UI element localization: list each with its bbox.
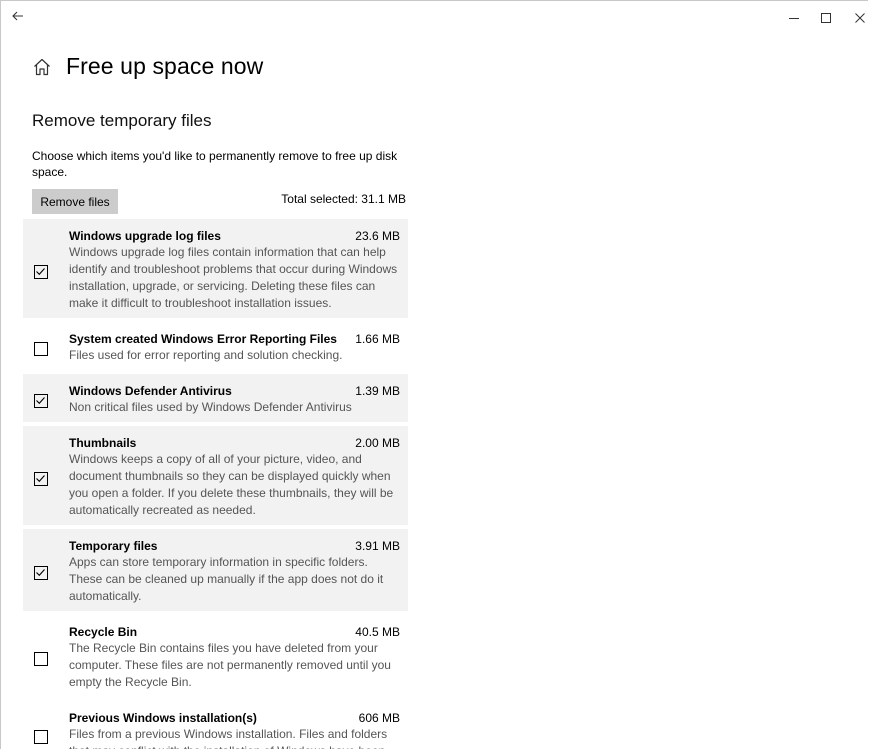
checkmark-icon: [36, 475, 45, 483]
item-description: Files used for error reporting and solut…: [69, 348, 343, 362]
temp-files-list: Windows upgrade log files 23.6 MB Window…: [23, 219, 408, 749]
list-item[interactable]: Windows upgrade log files 23.6 MB Window…: [23, 219, 408, 318]
item-size: 40.5 MB: [355, 625, 400, 639]
close-button[interactable]: [847, 5, 868, 31]
item-name: Previous Windows installation(s): [69, 711, 257, 725]
list-item[interactable]: System created Windows Error Reporting F…: [23, 322, 408, 370]
item-description: The Recycle Bin contains files you have …: [69, 641, 391, 689]
close-icon: [855, 13, 865, 23]
maximize-icon: [821, 13, 831, 23]
item-description: Non critical files used by Windows Defen…: [69, 400, 352, 414]
list-item[interactable]: Previous Windows installation(s) 606 MB …: [23, 701, 408, 749]
item-checkbox[interactable]: [34, 342, 48, 356]
checkmark-icon: [36, 569, 45, 577]
back-arrow-icon: [12, 11, 23, 21]
checkmark-icon: [36, 397, 45, 405]
item-size: 1.66 MB: [355, 332, 400, 346]
item-name: System created Windows Error Reporting F…: [69, 332, 337, 346]
list-item[interactable]: Windows Defender Antivirus 1.39 MB Non c…: [23, 374, 408, 422]
item-description: Windows upgrade log files contain inform…: [69, 245, 398, 310]
total-selected: Total selected: 31.1 MB: [281, 192, 406, 206]
list-item[interactable]: Thumbnails 2.00 MB Windows keeps a copy …: [23, 426, 408, 525]
item-name: Recycle Bin: [69, 625, 138, 639]
checkmark-icon: [36, 268, 45, 276]
item-checkbox[interactable]: [34, 394, 48, 408]
section-description: Choose which items you'd like to permane…: [32, 149, 398, 179]
item-name: Thumbnails: [69, 436, 137, 450]
item-name: Windows Defender Antivirus: [69, 384, 232, 398]
settings-window: Free up space now Remove temporary files…: [0, 0, 868, 749]
item-size: 3.91 MB: [355, 539, 400, 553]
item-description: Apps can store temporary information in …: [69, 555, 384, 603]
minimize-button[interactable]: [781, 5, 807, 31]
item-size: 23.6 MB: [355, 229, 400, 243]
item-description: Windows keeps a copy of all of your pict…: [69, 452, 394, 517]
item-description: Files from a previous Windows installati…: [69, 727, 388, 749]
item-size: 1.39 MB: [355, 384, 400, 398]
minimize-icon: [789, 18, 799, 19]
list-item[interactable]: Temporary files 3.91 MB Apps can store t…: [23, 529, 408, 611]
remove-files-button[interactable]: Remove files: [32, 189, 118, 214]
list-item[interactable]: Recycle Bin 40.5 MB The Recycle Bin cont…: [23, 615, 408, 697]
item-checkbox[interactable]: [34, 566, 48, 580]
item-size: 2.00 MB: [355, 436, 400, 450]
item-checkbox[interactable]: [34, 730, 48, 744]
title-bar: [1, 1, 868, 35]
item-checkbox[interactable]: [34, 265, 48, 279]
item-checkbox[interactable]: [34, 652, 48, 666]
maximize-button[interactable]: [813, 5, 839, 31]
home-icon[interactable]: [32, 57, 52, 77]
item-name: Windows upgrade log files: [69, 229, 221, 243]
page-title: Free up space now: [66, 53, 264, 79]
item-checkbox[interactable]: [34, 472, 48, 486]
back-button[interactable]: [7, 5, 29, 27]
item-name: Temporary files: [69, 539, 158, 553]
section-title: Remove temporary files: [32, 111, 212, 130]
item-size: 606 MB: [358, 711, 400, 725]
page-header: Free up space now: [32, 53, 263, 80]
